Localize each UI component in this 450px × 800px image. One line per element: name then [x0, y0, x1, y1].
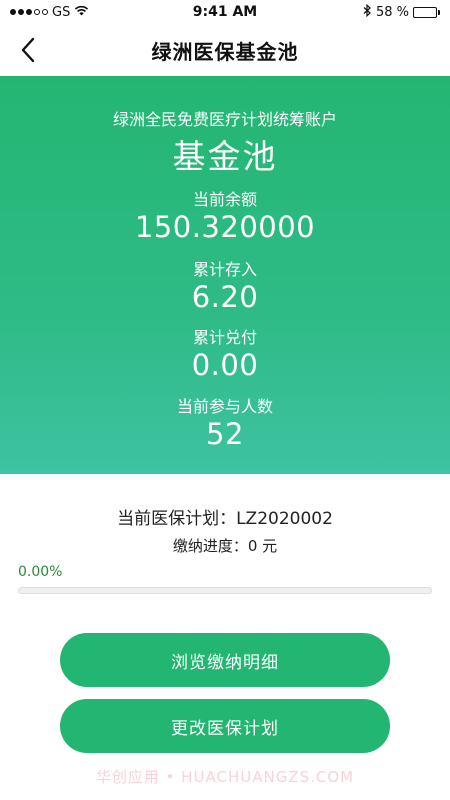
stat-label: 当前余额: [192, 190, 257, 209]
payment-progress-text: 缴纳进度：0 元: [172, 537, 278, 555]
stat-value: 52: [206, 417, 244, 451]
current-plan-text: 当前医保计划：LZ2020002: [117, 509, 333, 529]
fund-pool-summary: 绿洲全民免费医疗计划统筹账户 基金池 当前余额 150.320000 累计存入 …: [0, 76, 450, 474]
signal-strength-icon: [10, 9, 48, 15]
progress-bar: [18, 587, 432, 594]
stat-participants: 当前参与人数 52: [0, 393, 450, 451]
fund-pool-title: 基金池: [172, 137, 278, 176]
back-button[interactable]: [10, 32, 46, 68]
status-right: 58 %: [363, 3, 440, 21]
bluetooth-icon: [363, 3, 372, 21]
stat-total-deposited: 累计存入 6.20: [0, 256, 450, 314]
navigation-bar: 绿洲医保基金池: [0, 24, 450, 76]
battery-icon: [413, 6, 440, 18]
stat-value: 0.00: [191, 348, 259, 382]
view-payment-details-button[interactable]: 浏览缴纳明细: [60, 633, 390, 687]
chevron-left-icon: [21, 37, 35, 63]
stat-label: 累计兑付: [192, 328, 257, 347]
wifi-icon: [74, 5, 89, 20]
account-subtitle: 绿洲全民免费医疗计划统筹账户: [112, 110, 337, 129]
page-title: 绿洲医保基金池: [151, 39, 299, 64]
progress-percent: 0.00%: [18, 564, 63, 580]
stat-label: 当前参与人数: [176, 397, 273, 416]
carrier-name: GS: [52, 4, 71, 20]
watermark-text: 华创应用 • HUACHUANGZS.COM: [95, 768, 355, 786]
status-bar: GS 9:41 AM 58 %: [0, 0, 450, 24]
battery-percent: 58 %: [375, 4, 409, 20]
stat-value: 6.20: [191, 280, 259, 314]
stat-total-redeemed: 累计兑付 0.00: [0, 324, 450, 382]
stat-label: 累计存入: [192, 260, 257, 279]
stat-current-balance: 当前余额 150.320000: [0, 186, 450, 244]
change-plan-button[interactable]: 更改医保计划: [60, 699, 390, 753]
stat-value: 150.320000: [134, 210, 316, 244]
status-left: GS: [10, 5, 89, 20]
